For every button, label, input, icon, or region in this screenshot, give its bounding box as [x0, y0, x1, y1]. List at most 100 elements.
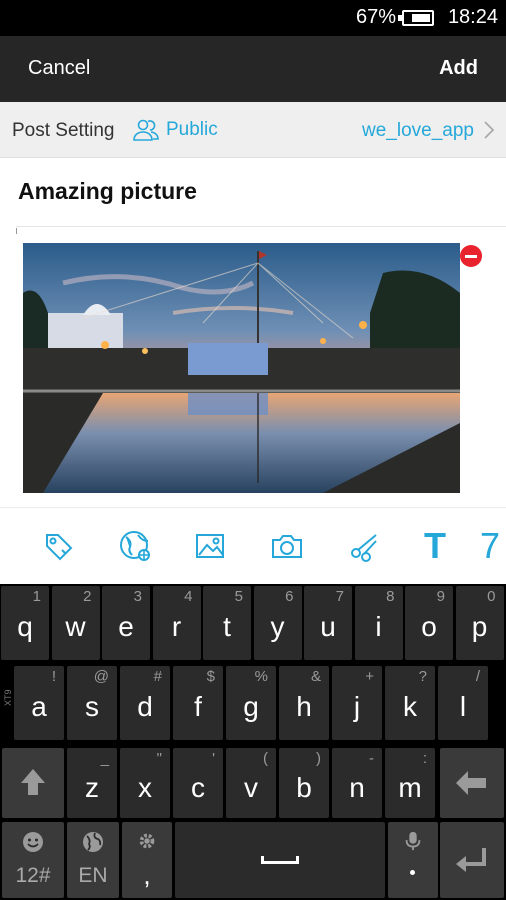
key-label: l	[459, 691, 467, 722]
key-j[interactable]: + j	[332, 666, 382, 740]
key-c[interactable]: ' c	[173, 748, 223, 818]
key-hint: ?	[418, 668, 427, 685]
key-hint: #	[153, 668, 162, 685]
key-hint: $	[206, 668, 215, 685]
key-label: m	[398, 772, 422, 803]
key-hint: 4	[184, 588, 193, 605]
key-hint: /	[475, 668, 480, 685]
key-label: b	[296, 772, 312, 803]
key-y[interactable]: 6y	[253, 586, 302, 660]
tag-icon	[46, 534, 73, 561]
language-label: EN	[78, 864, 108, 887]
key-hint: -	[369, 750, 374, 767]
key-label: a	[31, 691, 47, 722]
privacy-label: Public	[166, 119, 218, 140]
key-a[interactable]: ! a	[14, 666, 64, 740]
key-x[interactable]: " x	[120, 748, 170, 818]
key-label: v	[244, 772, 258, 803]
language-key[interactable]: EN	[67, 822, 119, 898]
key-hint: 3	[133, 588, 142, 605]
key-hint: 0	[487, 588, 496, 605]
attached-photo[interactable]	[23, 243, 460, 493]
comma-key[interactable]: ,	[122, 822, 172, 898]
key-hint: (	[263, 750, 268, 767]
key-l[interactable]: / l	[438, 666, 488, 740]
divider	[16, 226, 506, 227]
enter-key[interactable]	[440, 822, 504, 898]
key-z[interactable]: _ z	[67, 748, 117, 818]
editor-toolbar: T 7	[0, 508, 506, 584]
key-hint: '	[212, 750, 215, 767]
group-selector[interactable]: we_love_app	[362, 120, 474, 142]
key-label: t	[223, 611, 231, 642]
key-d[interactable]: # d	[120, 666, 170, 740]
key-hint: 9	[436, 588, 445, 605]
key-label: w	[65, 611, 86, 642]
shift-arrow-icon	[21, 769, 45, 795]
key-n[interactable]: -n	[332, 748, 382, 818]
key-r[interactable]: 4r	[152, 586, 201, 660]
text-format-label: T	[424, 525, 446, 566]
battery-icon	[398, 10, 434, 26]
period-key[interactable]	[388, 822, 438, 898]
key-label: y	[270, 611, 285, 642]
key-u[interactable]: 7u	[304, 586, 352, 660]
tag-button[interactable]	[38, 528, 78, 564]
globe-icon	[120, 531, 150, 561]
key-q[interactable]: 1q	[1, 586, 49, 660]
key-e[interactable]: 3e	[102, 586, 150, 660]
key-hint: )	[316, 750, 321, 767]
key-hint: 7	[335, 588, 344, 605]
backspace-icon	[456, 771, 486, 795]
key-label: g	[243, 691, 259, 722]
location-button[interactable]	[115, 528, 155, 564]
cancel-button[interactable]: Cancel	[28, 57, 90, 80]
key-label: s	[85, 691, 99, 722]
key-w[interactable]: 2w	[51, 586, 100, 660]
space-key[interactable]	[175, 822, 385, 898]
key-o[interactable]: 9o	[405, 586, 453, 660]
text-format-button[interactable]: T	[415, 528, 455, 564]
backspace-key[interactable]	[440, 748, 504, 818]
key-hint: 5	[234, 588, 243, 605]
add-button[interactable]: Add	[439, 57, 478, 80]
symbols-key[interactable]: 12#	[2, 822, 64, 898]
post-setting-label: Post Setting	[12, 120, 115, 141]
more-tool-button[interactable]: 7	[480, 528, 506, 564]
post-setting-row[interactable]: Post Setting Public we_love_app	[0, 102, 506, 158]
privacy-selector[interactable]: Public	[132, 116, 218, 144]
key-h[interactable]: & h	[279, 666, 329, 740]
remove-photo-button[interactable]	[460, 245, 482, 267]
cut-button[interactable]	[345, 528, 385, 564]
key-p[interactable]: 0p	[455, 586, 504, 660]
status-clock: 18:24	[447, 6, 498, 28]
soft-keyboard: 1q2w3e4r5t6y7u8i9o0p ! a @ s # d $ f% g & h + j? k / l …	[0, 584, 506, 900]
key-hint: 1	[32, 588, 41, 605]
key-hint: !	[51, 668, 56, 685]
key-label: k	[403, 691, 417, 722]
key-f[interactable]: $ f	[173, 666, 223, 740]
chevron-right-icon	[484, 121, 495, 139]
key-hint: %	[254, 668, 268, 685]
key-s[interactable]: @ s	[67, 666, 117, 740]
shift-key[interactable]	[2, 748, 64, 818]
text-cursor	[16, 228, 17, 234]
microphone-icon	[405, 831, 421, 851]
key-v[interactable]: (v	[226, 748, 276, 818]
status-bar: 67% 18:24	[0, 0, 506, 36]
key-k[interactable]: ? k	[385, 666, 435, 740]
key-t[interactable]: 5t	[203, 586, 251, 660]
image-icon	[196, 534, 224, 558]
camera-button[interactable]	[267, 528, 307, 564]
key-label: h	[296, 691, 312, 722]
key-i[interactable]: 8i	[354, 586, 403, 660]
key-m[interactable]: :m	[385, 748, 435, 818]
key-label: r	[171, 611, 182, 642]
gallery-button[interactable]	[190, 528, 230, 564]
camera-icon	[272, 535, 302, 558]
post-title[interactable]: Amazing picture	[18, 178, 197, 205]
key-b[interactable]: ) b	[279, 748, 329, 818]
key-hint: +	[365, 668, 374, 685]
key-label: u	[320, 611, 336, 642]
key-g[interactable]: % g	[226, 666, 276, 740]
